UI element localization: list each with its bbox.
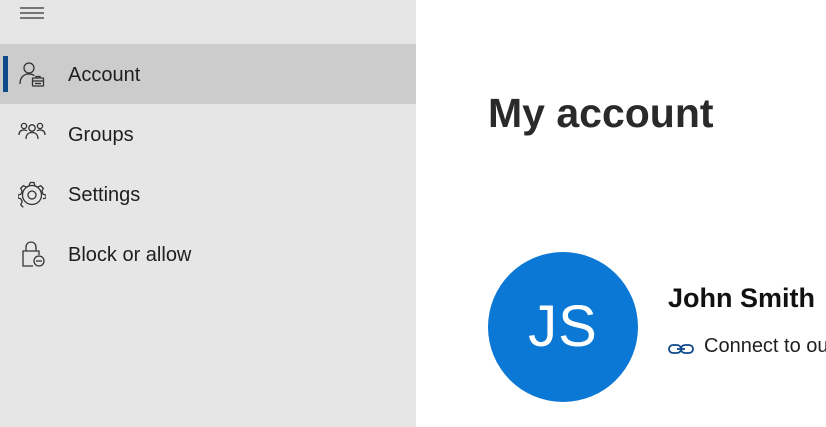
groups-icon bbox=[18, 120, 46, 148]
page-title: My account bbox=[488, 90, 714, 136]
hamburger-icon[interactable] bbox=[14, 0, 50, 28]
avatar[interactable]: JS bbox=[488, 252, 638, 402]
connect-link-label: Connect to ou bbox=[704, 335, 826, 357]
connect-link[interactable]: Connect to ou bbox=[668, 333, 826, 359]
sidebar-item-label: Settings bbox=[68, 184, 141, 206]
lock-block-icon bbox=[18, 240, 46, 268]
sidebar-item-block-or-allow[interactable]: Block or allow bbox=[0, 224, 416, 284]
gear-icon bbox=[18, 180, 46, 208]
avatar-initials: JS bbox=[528, 294, 598, 359]
sidebar-item-label: Groups bbox=[68, 124, 134, 146]
sidebar-item-label: Account bbox=[68, 64, 141, 86]
selection-indicator bbox=[3, 56, 8, 92]
mail-settings-window: Account Groups Settings Block or allow M… bbox=[0, 0, 826, 427]
sidebar-item-account[interactable]: Account bbox=[0, 44, 416, 104]
main-content: My account JS John Smith Connect to ou bbox=[416, 0, 826, 427]
sidebar-item-label: Block or allow bbox=[68, 244, 192, 266]
sidebar: Account Groups Settings Block or allow bbox=[0, 0, 416, 427]
sidebar-item-groups[interactable]: Groups bbox=[0, 104, 416, 164]
account-icon bbox=[18, 60, 46, 88]
user-name: John Smith bbox=[668, 283, 815, 313]
link-icon bbox=[668, 342, 694, 356]
sidebar-item-settings[interactable]: Settings bbox=[0, 164, 416, 224]
sidebar-nav: Account Groups Settings Block or allow bbox=[0, 44, 416, 284]
